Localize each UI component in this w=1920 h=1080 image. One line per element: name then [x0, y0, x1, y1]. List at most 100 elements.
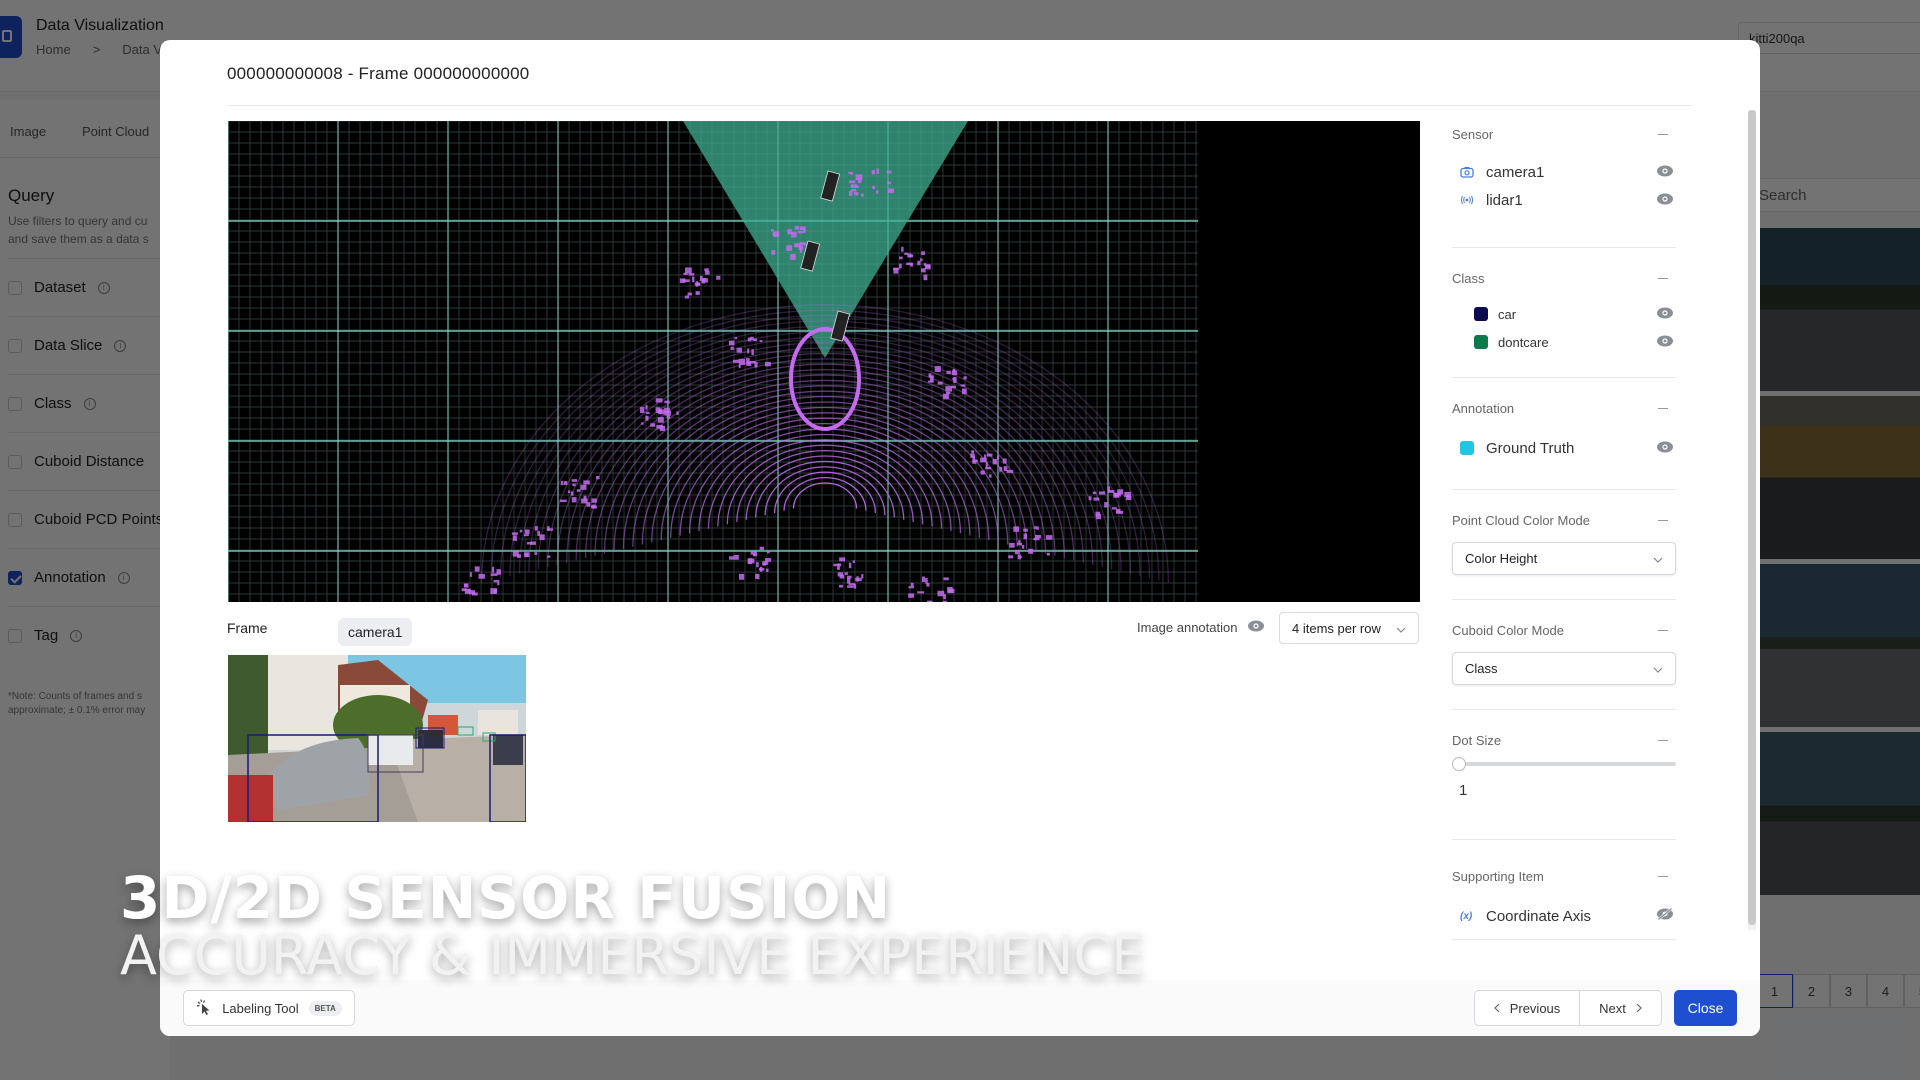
point-cluster	[899, 256, 903, 260]
eye-icon[interactable]	[1656, 440, 1674, 457]
point-cluster	[679, 278, 686, 283]
point-cluster	[547, 555, 551, 558]
eye-icon[interactable]	[1656, 192, 1674, 209]
point-cluster	[910, 263, 913, 267]
point-cluster	[850, 172, 854, 175]
scrollbar-thumb[interactable]	[1748, 110, 1756, 925]
point-cluster	[756, 562, 759, 568]
divider	[227, 105, 1692, 106]
point-cluster	[943, 577, 949, 581]
point-cluster	[923, 274, 928, 281]
point-cluster	[469, 572, 472, 577]
point-cluster	[591, 504, 596, 509]
point-cluster	[1034, 526, 1037, 529]
slider-track[interactable]	[1456, 762, 1676, 766]
point-cloud-ring	[528, 331, 1122, 572]
eye-off-icon[interactable]	[1656, 907, 1674, 925]
caption-line-1: 3D/2D SENSOR FUSION	[120, 864, 892, 932]
point-cluster	[583, 480, 590, 485]
point-cluster	[687, 292, 692, 296]
point-cluster	[844, 572, 848, 575]
dot-size-slider[interactable]	[1452, 756, 1676, 772]
items-per-row-select[interactable]: 4 items per row	[1279, 612, 1419, 644]
point-cluster	[937, 381, 943, 385]
point-cluster	[666, 415, 671, 419]
point-cluster	[920, 258, 923, 262]
eye-icon[interactable]	[1656, 307, 1674, 322]
collapse-icon[interactable]	[1658, 277, 1668, 279]
select-value: Color Height	[1465, 551, 1538, 566]
point-cluster	[794, 243, 801, 248]
point-cluster	[1045, 535, 1053, 540]
collapse-icon[interactable]	[1658, 739, 1668, 741]
point-cluster	[1088, 496, 1092, 501]
point-cluster	[855, 577, 862, 582]
point-cloud-canvas[interactable]	[228, 121, 1420, 602]
point-cluster	[942, 600, 947, 602]
cuboid-color-mode-select[interactable]: Class	[1452, 652, 1676, 685]
image-annotation-toggle[interactable]: Image annotation	[1137, 620, 1265, 635]
point-cluster	[908, 586, 914, 589]
camera-image[interactable]	[228, 655, 526, 822]
point-cluster	[1019, 555, 1022, 559]
point-cluster	[749, 360, 756, 364]
collapse-icon[interactable]	[1658, 407, 1668, 409]
point-cluster	[861, 574, 864, 579]
point-cluster	[794, 226, 800, 230]
point-cluster	[790, 254, 796, 260]
slider-thumb[interactable]	[1452, 757, 1466, 771]
class-color-swatch	[1474, 335, 1488, 349]
camera-image-render	[228, 655, 526, 822]
point-cluster	[917, 260, 921, 266]
point-cluster	[757, 573, 760, 580]
collapse-icon[interactable]	[1658, 629, 1668, 631]
point-cluster	[985, 462, 988, 468]
collapse-icon[interactable]	[1658, 875, 1668, 877]
labeling-tool-button[interactable]: Labeling Tool BETA	[183, 990, 355, 1026]
point-cloud-color-mode-select[interactable]: Color Height	[1452, 542, 1676, 575]
point-cluster	[928, 373, 932, 377]
point-cluster	[943, 594, 946, 600]
supporting-item-coordinate-axis[interactable]: (x) Coordinate Axis	[1452, 902, 1676, 930]
point-cluster	[563, 481, 568, 485]
point-cluster	[478, 573, 485, 579]
sensor-item-lidar1[interactable]: lidar1	[1452, 186, 1676, 214]
eye-icon[interactable]	[1656, 164, 1674, 181]
point-cluster	[491, 566, 495, 573]
previous-button[interactable]: Previous	[1474, 990, 1580, 1026]
point-cluster	[1093, 497, 1100, 501]
collapse-icon[interactable]	[1658, 519, 1668, 521]
sensor-item-camera1[interactable]: camera1	[1452, 158, 1676, 186]
point-cluster	[961, 388, 967, 395]
point-cluster	[1107, 486, 1111, 492]
point-cluster	[921, 251, 925, 256]
eye-icon[interactable]	[1247, 620, 1265, 635]
supporting-item-label: Coordinate Axis	[1486, 907, 1592, 925]
variable-icon: (x)	[1460, 910, 1473, 922]
point-cluster	[694, 282, 701, 286]
point-cluster	[655, 398, 663, 403]
section-title: Annotation	[1452, 400, 1515, 416]
class-item-car[interactable]: car	[1452, 300, 1676, 328]
point-cluster	[736, 347, 743, 353]
point-cluster	[474, 566, 480, 572]
point-cluster	[847, 585, 854, 588]
next-button[interactable]: Next	[1579, 990, 1662, 1026]
point-cloud-ring	[773, 471, 877, 514]
point-cloud-ring	[575, 358, 1075, 561]
section-title: Supporting Item	[1452, 868, 1544, 884]
class-item-dontcare[interactable]: dontcare	[1452, 328, 1676, 356]
annotation-item-ground-truth[interactable]: Ground Truth	[1452, 434, 1676, 462]
point-cluster	[799, 226, 806, 231]
modal-title: 000000000008 - Frame 000000000000	[227, 64, 530, 83]
section-title: Point Cloud Color Mode	[1452, 512, 1591, 528]
eye-icon[interactable]	[1656, 335, 1674, 350]
close-button[interactable]: Close	[1674, 990, 1737, 1026]
point-cluster	[943, 393, 949, 400]
point-cluster	[511, 532, 518, 535]
labeling-tool-label: Labeling Tool	[222, 1000, 299, 1016]
collapse-icon[interactable]	[1658, 133, 1668, 135]
point-cloud-viewer[interactable]	[228, 121, 1420, 602]
class-color-swatch	[1474, 307, 1488, 321]
point-cluster	[791, 231, 797, 238]
